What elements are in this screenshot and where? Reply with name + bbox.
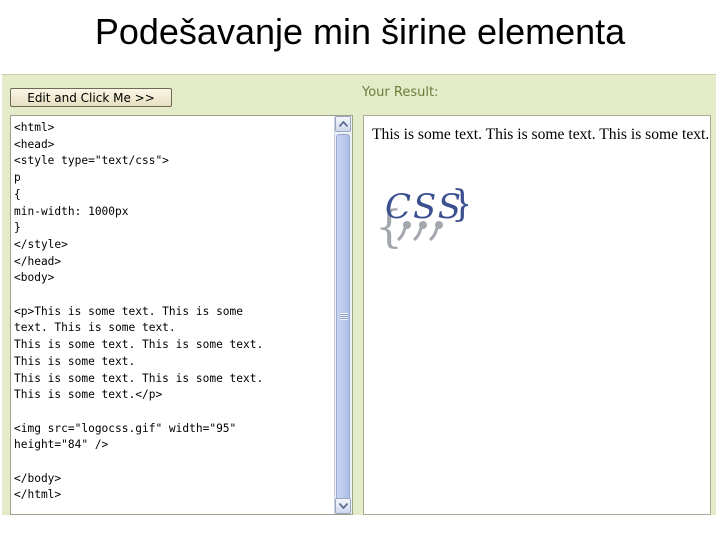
scroll-up-button[interactable] (335, 116, 351, 132)
code-content[interactable]: <html> <head> <style type="text/css"> p … (14, 120, 332, 504)
result-paragraph: This is some text. This is some text. Th… (372, 126, 710, 143)
slide-title: Podešavanje min širine elementa (94, 11, 626, 52)
scroll-thumb[interactable] (336, 134, 350, 504)
edit-and-click-button[interactable]: Edit and Click Me >> (10, 88, 172, 107)
code-textarea[interactable]: <html> <head> <style type="text/css"> p … (10, 115, 353, 515)
tryit-editor: Edit and Click Me >> Your Result: <html>… (2, 74, 716, 515)
vertical-scrollbar[interactable] (334, 116, 352, 514)
arrow-down-icon (339, 503, 348, 509)
css-logo-icon: { } CSS (375, 184, 468, 253)
result-frame: This is some text. This is some text. Th… (363, 115, 711, 515)
logo-text: CSS (385, 187, 463, 227)
arrow-up-icon (339, 121, 348, 127)
grip-icon (340, 313, 348, 320)
result-label: Your Result: (362, 85, 439, 100)
scroll-down-button[interactable] (335, 498, 351, 514)
